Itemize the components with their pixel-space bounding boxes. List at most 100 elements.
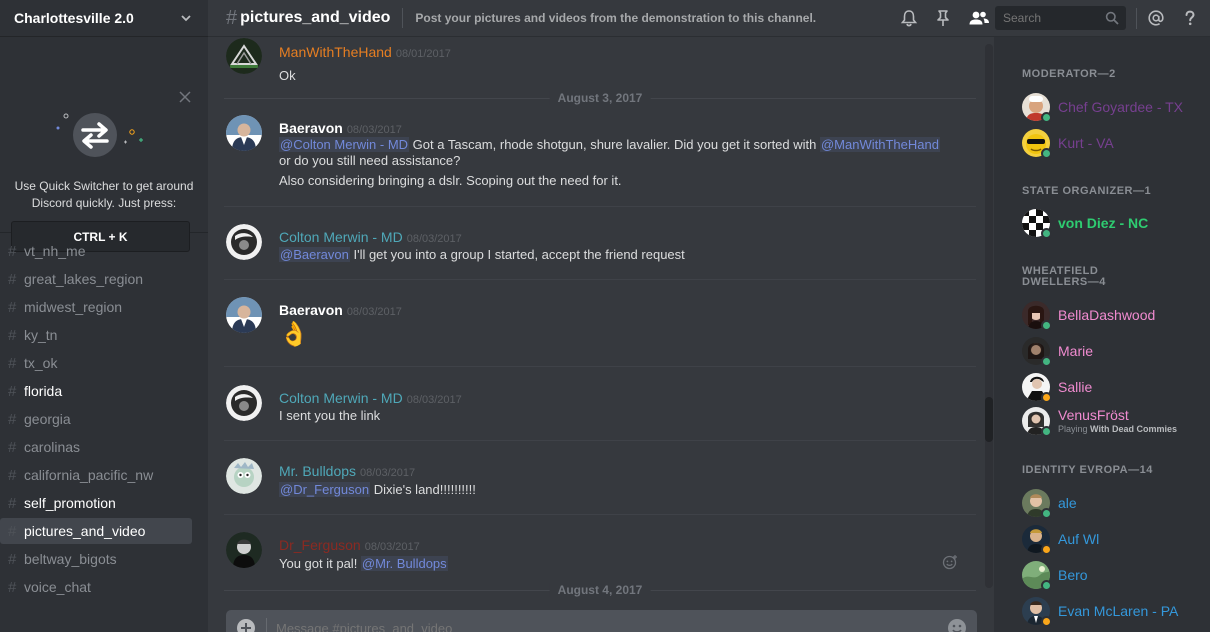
author-name[interactable]: Baeravon bbox=[279, 302, 343, 318]
author-name[interactable]: Colton Merwin - MD bbox=[279, 229, 403, 245]
message-text: @Dr_Ferguson Dixie's land!!!!!!!!!! bbox=[279, 482, 476, 498]
message-text: Ok bbox=[279, 68, 296, 83]
message-input[interactable] bbox=[276, 621, 876, 632]
mention-icon[interactable] bbox=[1147, 9, 1165, 27]
member-item[interactable]: Kurt - VA bbox=[1022, 129, 1202, 161]
message-separator bbox=[224, 514, 976, 515]
channel-label: great_lakes_region bbox=[24, 271, 144, 287]
channel-item-pictures-and-video[interactable]: # pictures_and_video bbox=[0, 518, 192, 544]
message-text: or do you still need assistance? bbox=[279, 153, 461, 168]
channel-item-self-promotion[interactable]: # self_promotion bbox=[0, 490, 192, 516]
message-header: Colton Merwin - MD 08/03/2017 bbox=[279, 390, 462, 406]
channel-item-vt-nh-me[interactable]: # vt_nh_me bbox=[0, 238, 192, 264]
channel-label: ky_tn bbox=[24, 327, 58, 343]
channel-item-florida[interactable]: # florida bbox=[0, 378, 192, 404]
member-item[interactable]: Auf Wl bbox=[1022, 525, 1202, 557]
search-input[interactable] bbox=[1003, 11, 1099, 25]
user-mention[interactable]: @ManWithTheHand bbox=[819, 137, 940, 152]
close-icon[interactable] bbox=[179, 91, 191, 103]
author-name[interactable]: Baeravon bbox=[279, 120, 343, 136]
member-item[interactable]: von Diez - NC bbox=[1022, 209, 1202, 241]
role-heading: IDENTITY EVROPA—14 bbox=[1022, 464, 1153, 476]
member-item[interactable]: Chef Goyardee - TX bbox=[1022, 93, 1202, 125]
member-item[interactable]: ale bbox=[1022, 489, 1202, 521]
avatar[interactable] bbox=[226, 38, 262, 74]
message-text: Also considering bringing a dslr. Scopin… bbox=[279, 173, 622, 188]
member-item[interactable]: BellaDashwood bbox=[1022, 301, 1202, 333]
member-item[interactable]: Bero bbox=[1022, 561, 1202, 593]
avatar[interactable] bbox=[226, 224, 262, 260]
author-name[interactable]: Colton Merwin - MD bbox=[279, 390, 403, 406]
channel-label: tx_ok bbox=[24, 355, 58, 371]
channel-item-california-pacific-nw[interactable]: # california_pacific_nw bbox=[0, 462, 192, 488]
status-online-indicator bbox=[1041, 320, 1052, 331]
member-item[interactable]: VenusFröst Playing With Dead Commies bbox=[1022, 407, 1202, 439]
server-name: Charlottesville 2.0 bbox=[14, 10, 134, 26]
upload-plus-icon[interactable] bbox=[236, 618, 256, 632]
channel-item-tx-ok[interactable]: # tx_ok bbox=[0, 350, 192, 376]
avatar[interactable] bbox=[226, 385, 262, 421]
member-name: von Diez - NC bbox=[1058, 215, 1149, 231]
channel-item-ky-tn[interactable]: # ky_tn bbox=[0, 322, 192, 348]
channel-item-beltway-bigots[interactable]: # beltway_bigots bbox=[0, 546, 192, 572]
message-header: ManWithTheHand 08/01/2017 bbox=[279, 44, 451, 60]
avatar[interactable] bbox=[226, 458, 262, 494]
hash-icon: # bbox=[8, 326, 17, 344]
hash-icon: # bbox=[226, 6, 238, 29]
role-heading: MODERATOR—2 bbox=[1022, 68, 1116, 80]
hash-icon: # bbox=[8, 466, 17, 484]
member-item[interactable]: Evan McLaren - PA bbox=[1022, 597, 1202, 629]
member-name: ale bbox=[1058, 495, 1077, 511]
message-composer bbox=[226, 610, 977, 632]
server-header[interactable]: Charlottesville 2.0 bbox=[0, 0, 208, 37]
status-idle-indicator bbox=[1041, 544, 1052, 555]
role-heading: WHEATFIELD DWELLERS—4 bbox=[1022, 265, 1106, 288]
help-icon[interactable] bbox=[1181, 9, 1199, 27]
chevron-down-icon[interactable] bbox=[180, 12, 192, 24]
channel-label: self_promotion bbox=[24, 495, 116, 511]
search-box[interactable] bbox=[995, 6, 1126, 30]
channel-item-great-lakes-region[interactable]: # great_lakes_region bbox=[0, 266, 192, 292]
channel-item-georgia[interactable]: # georgia bbox=[0, 406, 192, 432]
message: Colton Merwin - MD 08/03/2017 @Baeravon I… bbox=[224, 224, 976, 264]
member-list: MODERATOR—2 Chef Goyardee - TX Kurt - VA… bbox=[994, 37, 1210, 632]
scrollbar-thumb[interactable] bbox=[985, 397, 993, 442]
date-divider: August 4, 2017 bbox=[224, 583, 976, 597]
add-reaction-icon[interactable] bbox=[942, 554, 958, 570]
channel-item-voice-chat[interactable]: # voice_chat bbox=[0, 574, 192, 600]
date-divider-label: August 3, 2017 bbox=[549, 91, 651, 105]
user-mention[interactable]: @Baeravon bbox=[279, 247, 350, 262]
avatar[interactable] bbox=[226, 297, 262, 333]
channel-label: florida bbox=[24, 383, 63, 399]
message-separator bbox=[224, 206, 976, 207]
channel-item-carolinas[interactable]: # carolinas bbox=[0, 434, 192, 460]
message: ManWithTheHand 08/01/2017 Ok bbox=[224, 38, 976, 83]
status-idle-indicator bbox=[1041, 392, 1052, 403]
member-name: Bero bbox=[1058, 567, 1088, 583]
pin-icon[interactable] bbox=[934, 9, 952, 27]
user-mention[interactable]: @Mr. Bulldops bbox=[360, 556, 448, 571]
search-icon[interactable] bbox=[1105, 11, 1119, 25]
emoji-icon[interactable] bbox=[947, 618, 967, 632]
status-online-indicator bbox=[1041, 508, 1052, 519]
author-name[interactable]: ManWithTheHand bbox=[279, 44, 392, 60]
member-item[interactable]: Sallie bbox=[1022, 373, 1202, 405]
author-name[interactable]: Dr_Ferguson bbox=[279, 537, 361, 553]
author-name[interactable]: Mr. Bulldops bbox=[279, 463, 356, 479]
hash-icon: # bbox=[8, 382, 17, 400]
channel-item-midwest-region[interactable]: # midwest_region bbox=[0, 294, 192, 320]
status-online-indicator bbox=[1041, 228, 1052, 239]
member-item[interactable]: Marie bbox=[1022, 337, 1202, 369]
user-mention[interactable]: @Colton Merwin - MD bbox=[279, 137, 410, 152]
timestamp: 08/03/2017 bbox=[406, 233, 462, 245]
user-mention[interactable]: @Dr_Ferguson bbox=[279, 482, 371, 497]
bell-icon[interactable] bbox=[900, 9, 918, 27]
message-text: You got it pal! @Mr. Bulldops bbox=[279, 556, 448, 572]
message-header: Baeravon 08/03/2017 bbox=[279, 302, 402, 318]
status-online-indicator bbox=[1041, 112, 1052, 123]
avatar[interactable] bbox=[226, 532, 262, 568]
hash-icon: # bbox=[8, 410, 17, 428]
members-icon[interactable] bbox=[968, 9, 990, 27]
avatar[interactable] bbox=[226, 115, 262, 151]
scrollbar-track[interactable] bbox=[985, 44, 993, 588]
